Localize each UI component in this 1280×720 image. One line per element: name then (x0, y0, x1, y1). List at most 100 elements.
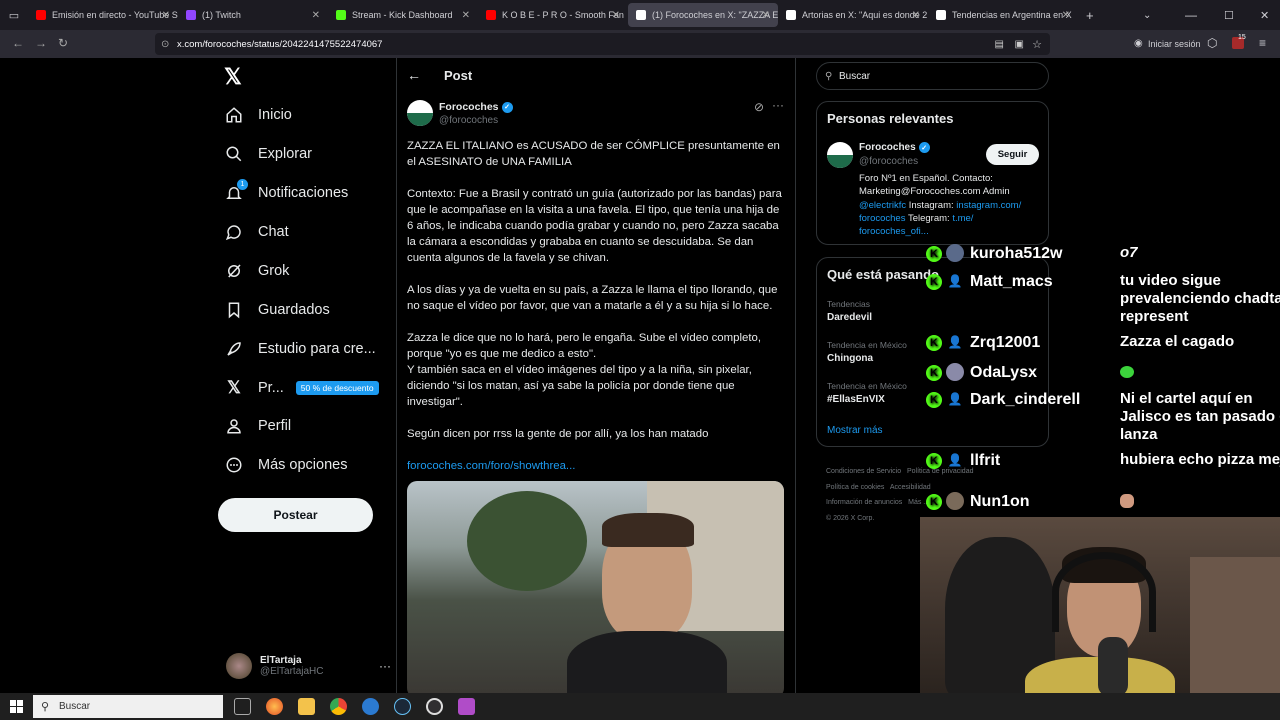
footer-link[interactable]: Política de cookies (826, 484, 884, 491)
trend-item[interactable]: Tendencia en México Chingona (827, 340, 907, 364)
footer-link[interactable]: Información de anuncios (826, 499, 902, 506)
x-logo-icon[interactable]: 𝕏 (224, 64, 242, 90)
post-button[interactable]: Postear (218, 498, 373, 532)
bio-link[interactable]: forocoches_ofi... (859, 225, 1045, 238)
bio-link[interactable]: forocoches (859, 213, 905, 224)
chat-emote (1120, 492, 1280, 513)
grok-icon[interactable]: ⊘ (754, 100, 764, 114)
browser-tab[interactable]: Tendencias en Argentina en X ✕ (928, 0, 1078, 30)
chat-text: o7 (1120, 244, 1138, 261)
kick-badge-icon: K (926, 274, 942, 290)
follow-button[interactable]: Seguir (986, 144, 1039, 165)
trend-name: #EllasEnVIX (827, 394, 885, 405)
trend-context: Tendencias (827, 299, 871, 309)
reload-icon[interactable]: ↻ (58, 36, 68, 50)
forward-arrow-icon[interactable]: → (35, 36, 47, 50)
close-icon[interactable]: ✕ (912, 10, 920, 21)
bookmark-star-icon[interactable]: ☆ (1032, 38, 1042, 51)
menu-icon[interactable]: ≡ (1259, 36, 1266, 50)
author-handle[interactable]: @forocoches (439, 115, 498, 126)
bookmark-icon (224, 300, 244, 320)
site-info-icon[interactable]: ⊙ (161, 39, 169, 50)
signin-label[interactable]: Iniciar sesión (1148, 39, 1201, 49)
url-bar[interactable]: ⊙ x.com/forocoches/status/20422414755224… (155, 33, 1050, 55)
sidebar-item-perfil[interactable]: Perfil (224, 416, 291, 436)
taskbar-search[interactable]: ⚲ Buscar (33, 695, 223, 718)
app-icon[interactable] (362, 698, 379, 715)
sidebar-item-inicio[interactable]: Inicio (224, 105, 292, 125)
author-avatar[interactable] (827, 142, 853, 168)
close-icon[interactable]: ✕ (312, 10, 320, 21)
trend-item[interactable]: Tendencias Daredevil (827, 299, 872, 323)
browser-tab[interactable]: (1) Twitch ✕ (178, 0, 328, 30)
close-icon[interactable]: ✕ (162, 10, 170, 21)
close-icon[interactable]: ✕ (762, 10, 770, 21)
browser-tab[interactable]: K O B E - P R O - Smooth Fan ✕ (478, 0, 628, 30)
tweet-media-image[interactable] (407, 481, 784, 698)
sidebar-item-explorar[interactable]: Explorar (224, 144, 312, 164)
x-logo-icon (636, 10, 646, 20)
browser-tab-active[interactable]: (1) Forocoches en X: "ZAZZA EL ✕ (628, 3, 778, 27)
steam-icon[interactable] (394, 698, 411, 715)
sidebar-item-guardados[interactable]: Guardados (224, 300, 330, 320)
panel-title: Personas relevantes (827, 111, 954, 126)
bio-line: Marketing@Forocoches.com Admin (859, 186, 1010, 198)
account-switcher[interactable]: ElTartaja @ElTartajaHC ··· (226, 648, 391, 684)
firefox-icon[interactable] (266, 698, 283, 715)
bio-text: Telegram: (905, 212, 953, 224)
author-avatar[interactable] (407, 100, 433, 126)
tab-list-icon[interactable]: ▭ (0, 9, 28, 22)
task-view-icon[interactable] (234, 698, 251, 715)
extensions-icon[interactable]: ⬡ (1207, 36, 1217, 50)
chat-icon (224, 222, 244, 242)
close-window-button[interactable]: ✕ (1260, 9, 1269, 22)
relevant-name[interactable]: Forocoches ✓ (859, 142, 930, 153)
post-column: ← Post Forocoches ✓ @forocoches ⊘ ··· ZA… (397, 58, 795, 698)
sidebar-item-premium[interactable]: 𝕏 Pr... 50 % de descuento (224, 378, 379, 398)
file-explorer-icon[interactable] (298, 698, 315, 715)
x-icon: 𝕏 (227, 378, 241, 397)
sidebar-item-mas-opciones[interactable]: Más opciones (224, 455, 347, 475)
sidebar-item-estudio[interactable]: Estudio para cre... (224, 339, 376, 359)
extension-icon[interactable]: ▣ (1015, 39, 1024, 50)
app-icon[interactable] (458, 698, 475, 715)
minimize-button[interactable]: — (1185, 8, 1197, 22)
tweet-paragraph: ZAZZA EL ITALIANO es ACUSADO de ser CÓMP… (407, 140, 780, 168)
chevron-down-icon[interactable]: ⌄ (1143, 10, 1151, 21)
footer-link[interactable]: Condiciones de Servicio (826, 468, 901, 475)
obs-icon[interactable] (426, 698, 443, 715)
more-icon (224, 455, 244, 475)
close-icon[interactable]: ✕ (612, 10, 620, 21)
bio-link[interactable]: @electrikfc (859, 200, 906, 211)
maximize-button[interactable]: ☐ (1224, 9, 1234, 22)
new-tab-button[interactable]: + (1086, 8, 1094, 23)
search-input[interactable]: ⚲ Buscar (816, 62, 1049, 90)
kick-badge-icon: K (926, 392, 942, 408)
bio-link[interactable]: instagram.com/ (956, 200, 1021, 211)
browser-tab[interactable]: Artorias en X: "Aqui es donde 2 ✕ (778, 0, 928, 30)
close-icon[interactable]: ✕ (1062, 10, 1070, 21)
sidebar-item-label: Grok (258, 263, 290, 279)
sidebar-item-notificaciones[interactable]: 1 Notificaciones (224, 179, 348, 203)
browser-tab[interactable]: Stream - Kick Dashboard ✕ (328, 0, 478, 30)
tweet-link[interactable]: forocoches.com/foro/showthrea... (407, 458, 785, 474)
account-icon[interactable]: ◉ (1134, 38, 1143, 49)
trend-item[interactable]: Tendencia en México #EllasEnVIX (827, 381, 907, 405)
tab-label: Stream - Kick Dashboard (352, 10, 453, 20)
close-icon[interactable]: ✕ (462, 10, 470, 21)
sidebar-item-chat[interactable]: Chat (224, 222, 289, 242)
reader-icon[interactable]: ▤ (995, 39, 1004, 50)
windows-start-icon[interactable] (10, 700, 23, 713)
relevant-people-panel: Personas relevantes Forocoches ✓ @foroco… (816, 101, 1049, 245)
show-more-link[interactable]: Mostrar más (827, 425, 883, 436)
back-arrow-icon[interactable]: ← (12, 36, 24, 50)
chrome-icon[interactable] (330, 698, 347, 715)
author-name[interactable]: Forocoches ✓ (439, 101, 513, 113)
browser-tab[interactable]: Emisión en directo - YouTube St ✕ (28, 0, 178, 30)
more-dots-icon[interactable]: ··· (379, 659, 391, 673)
footer-copyright: © 2026 X Corp. (826, 514, 875, 522)
bio-link[interactable]: t.me/ (952, 213, 973, 224)
more-dots-icon[interactable]: ··· (772, 98, 784, 112)
back-arrow-icon[interactable]: ← (407, 67, 421, 83)
sidebar-item-grok[interactable]: Grok (224, 261, 289, 281)
